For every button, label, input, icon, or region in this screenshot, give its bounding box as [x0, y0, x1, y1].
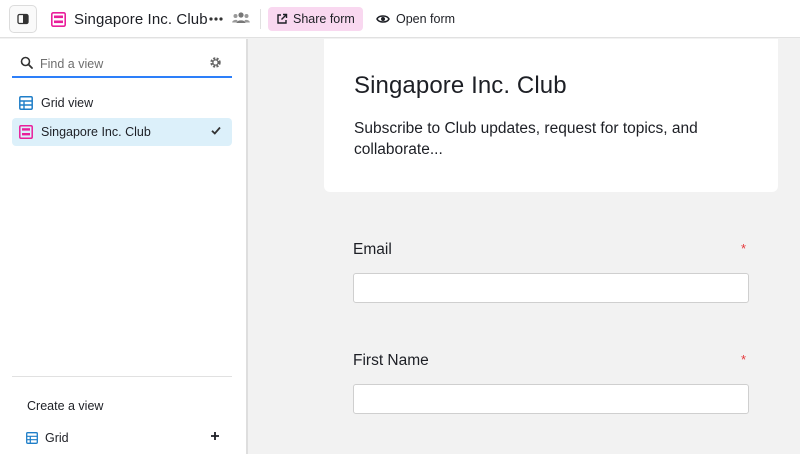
view-item-label: Grid view: [41, 96, 94, 110]
top-bar: Singapore Inc. Club Share form Open form: [0, 0, 800, 38]
view-item-label: Singapore Inc. Club: [41, 125, 151, 139]
eye-icon: [376, 15, 390, 23]
form-preview: Singapore Inc. Club Subscribe to Club up…: [248, 39, 800, 454]
form-title: Singapore Inc. Club: [354, 72, 567, 99]
views-sidebar: Grid view Singapore Inc. Club Create a v…: [0, 39, 246, 454]
view-item-singapore-inc-club[interactable]: Singapore Inc. Club: [12, 118, 232, 146]
more-options-icon[interactable]: [208, 11, 224, 27]
first-name-field[interactable]: [353, 384, 749, 414]
email-field[interactable]: [353, 273, 749, 303]
toolbar-divider: [260, 9, 261, 29]
first-name-field-label: First Name: [353, 352, 429, 369]
gear-icon[interactable]: [209, 56, 222, 69]
share-form-label: Share form: [293, 12, 355, 26]
view-search: [12, 50, 232, 78]
view-title: Singapore Inc. Club: [74, 10, 208, 28]
sidebar-toggle-icon: [17, 13, 29, 25]
collaborators-icon[interactable]: [232, 10, 250, 31]
form-header-card: Singapore Inc. Club Subscribe to Club up…: [324, 39, 778, 192]
create-grid-label: Grid: [45, 431, 69, 445]
form-view-icon: [51, 11, 66, 27]
sidebar-divider: [12, 376, 232, 377]
email-field-label: Email: [353, 241, 392, 258]
share-form-button[interactable]: Share form: [268, 7, 363, 31]
form-icon: [19, 125, 33, 139]
grid-icon: [26, 432, 38, 444]
form-description: Subscribe to Club updates, request for t…: [354, 120, 698, 158]
check-icon: [211, 126, 221, 135]
open-form-label: Open form: [396, 12, 456, 26]
search-icon: [20, 56, 33, 69]
open-form-button[interactable]: Open form: [370, 7, 461, 31]
first-name-required-marker: *: [741, 352, 747, 367]
email-required-marker: *: [741, 241, 747, 256]
sidebar-toggle-button[interactable]: [9, 5, 37, 33]
create-grid-view-button[interactable]: Grid: [26, 428, 224, 448]
grid-icon: [19, 96, 33, 110]
view-item-grid-view[interactable]: Grid view: [12, 89, 232, 117]
plus-icon[interactable]: [210, 431, 220, 441]
create-view-heading: Create a view: [27, 399, 104, 413]
find-view-input[interactable]: [40, 54, 200, 74]
share-icon: [277, 13, 288, 24]
view-title-area[interactable]: Singapore Inc. Club: [51, 0, 208, 38]
